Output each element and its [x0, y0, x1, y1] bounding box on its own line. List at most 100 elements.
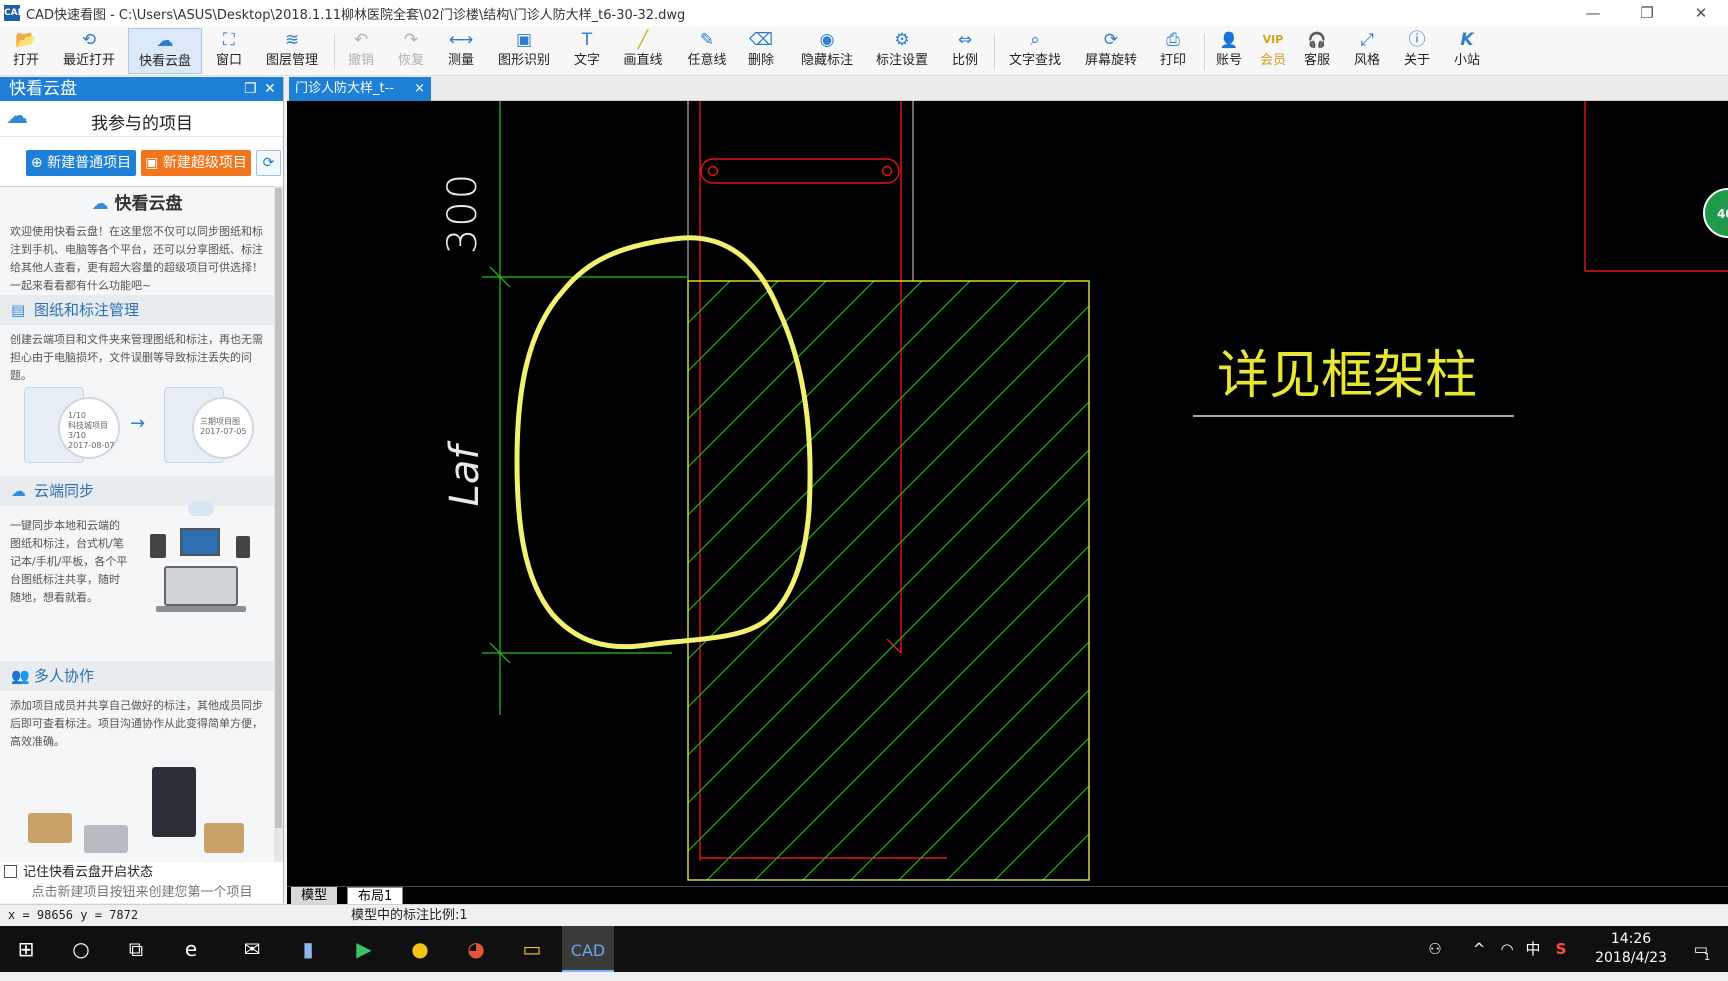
hatch-line	[688, 281, 731, 324]
section-title: 云端同步	[34, 482, 95, 500]
checkbox-box[interactable]	[4, 865, 17, 878]
toolbar-cloud-button[interactable]: ☁ 快看云盘	[128, 28, 202, 74]
tab-model[interactable]: 模型	[291, 887, 338, 905]
toolbar-recent-button[interactable]: ⟲ 最近打开	[58, 28, 120, 74]
toolbar-scale-button[interactable]: ⇔ 比例	[948, 28, 982, 74]
toolbar-style-button[interactable]: ⤢ 风格	[1350, 28, 1384, 74]
new-super-project-button[interactable]: ▣ 新建超级项目	[141, 150, 251, 176]
search-button[interactable]: ○	[55, 926, 107, 972]
toolbar-hide-annotation-button[interactable]: ◉ 隐藏标注	[796, 28, 858, 74]
new-normal-project-button[interactable]: ⊕ 新建普通项目	[26, 150, 136, 176]
toolbar-freehand-button[interactable]: ✎ 任意线	[684, 28, 730, 74]
document-tab-label: 门诊人防大样_t--	[295, 81, 394, 96]
rebar-circle	[881, 165, 893, 177]
panel-close-icon[interactable]: ✕	[264, 77, 276, 101]
toolbar-label: 恢复	[397, 53, 424, 68]
toolbar-support-button[interactable]: 🎧 客服	[1300, 28, 1334, 74]
toolbar-about-button[interactable]: ⓘ 关于	[1400, 28, 1434, 74]
close-button[interactable]: ✕	[1674, 0, 1728, 26]
section-title: 多人协作	[34, 667, 95, 685]
headset-icon: 🎧	[1307, 31, 1327, 49]
taskbar-browser[interactable]: ●	[394, 926, 446, 972]
markup-ellipse	[514, 235, 813, 650]
toolbar-label: 最近打开	[62, 53, 115, 68]
scale-icon: ⇔	[957, 30, 973, 50]
measure-icon: ⟷	[448, 30, 474, 50]
window-zoom-icon: ⛶	[223, 30, 235, 50]
taskbar-video-player[interactable]: ▶	[338, 926, 390, 972]
toolbar-print-button[interactable]: ⎙ 打印	[1156, 28, 1190, 74]
toolbar-separator	[334, 34, 335, 70]
panel-float-icon[interactable]: ❐	[244, 77, 257, 101]
document-tab[interactable]: 门诊人防大样_t-- ×	[289, 77, 431, 101]
toolbar-line-button[interactable]: ╱ 画直线	[620, 28, 666, 74]
toolbar-shape-recognize-button[interactable]: ▣ 图形识别	[494, 28, 554, 74]
text-icon: T	[581, 30, 593, 50]
tray-expand[interactable]: ^	[1466, 926, 1492, 972]
drawing-canvas[interactable]: 300 Laf 详见框架柱 40	[287, 101, 1728, 886]
toolbar-station-button[interactable]: K 小站	[1450, 28, 1484, 74]
action-center-button[interactable]: ▭1	[1682, 926, 1722, 972]
start-button[interactable]: ⊞	[0, 926, 52, 972]
panel-scrollbar[interactable]	[274, 186, 283, 862]
taskbar-app[interactable]: ▮	[282, 926, 334, 972]
history-icon: ⟲	[81, 30, 97, 50]
annotation-settings-icon: ⚙	[894, 30, 910, 50]
toolbar-redo-button[interactable]: ↷ 恢复	[394, 28, 428, 74]
toolbar-annotation-settings-button[interactable]: ⚙ 标注设置	[872, 28, 932, 74]
taskbar-mail[interactable]: ✉	[226, 926, 278, 972]
toolbar-label: 打印	[1159, 53, 1186, 68]
intro-header: ☁ 快看云盘	[0, 187, 274, 221]
printer-icon: ⎙	[1166, 30, 1180, 50]
tray-ime[interactable]: 中	[1520, 926, 1546, 972]
rebar-circle	[707, 165, 719, 177]
notification-count: 1	[1703, 952, 1711, 963]
toolbar-delete-button[interactable]: ⌫ 删除	[744, 28, 778, 74]
task-view-button[interactable]: ⧉	[110, 926, 162, 972]
toolbar-account-button[interactable]: 👤 账号	[1212, 28, 1246, 74]
minimize-button[interactable]: —	[1566, 0, 1620, 26]
toolbar-open-button[interactable]: 📂 打开	[6, 28, 46, 74]
sync-button[interactable]: ⟳	[256, 150, 281, 176]
remember-label: 记住快看云盘开启状态	[23, 865, 154, 880]
intro-title: 快看云盘	[114, 194, 183, 214]
tray-sogou[interactable]: S	[1548, 926, 1574, 972]
taskbar-photos[interactable]: ◕	[450, 926, 502, 972]
taskbar-ie[interactable]: e	[165, 926, 217, 972]
taskbar-cad-viewer[interactable]: CAD	[562, 926, 614, 972]
note-text: 详见框架柱	[1217, 346, 1477, 406]
freehand-icon: ✎	[699, 30, 715, 50]
taskbar-explorer[interactable]: ▭	[506, 926, 558, 972]
maximize-button[interactable]: ❐	[1620, 0, 1674, 26]
toolbar-text-button[interactable]: T 文字	[570, 28, 604, 74]
toolbar-layers-button[interactable]: ≋ 图层管理	[262, 28, 322, 74]
windows-logo-icon: ⊞	[17, 937, 35, 961]
toolbar-label: 打开	[12, 53, 39, 68]
shape-recognize-icon: ▣	[515, 30, 533, 50]
tray-people[interactable]: ⚇	[1420, 926, 1450, 972]
task-view-icon: ⧉	[128, 937, 144, 961]
toolbar-rotate-button[interactable]: ⟳ 屏幕旋转	[1080, 28, 1142, 74]
hatch-line	[688, 353, 1089, 756]
section-text: 添加项目成员并共享自己做好的标注，其他成员同步后即可查看标注。项目沟通协作从此变…	[10, 699, 263, 748]
toolbar-undo-button[interactable]: ↶ 撤销	[344, 28, 378, 74]
hatch-line	[688, 281, 923, 516]
hide-annotation-icon: ◉	[819, 30, 835, 50]
toolbar-separator	[994, 34, 995, 70]
toolbar-vip-button[interactable]: VIP 会员	[1256, 28, 1290, 74]
tray-network[interactable]: ◠	[1494, 926, 1520, 972]
toolbar-measure-button[interactable]: ⟷ 测量	[444, 28, 478, 74]
toolbar-text-search-button[interactable]: ⌕ 文字查找	[1004, 28, 1066, 74]
tab-close-icon[interactable]: ×	[414, 77, 425, 101]
tab-layout1[interactable]: 布局1	[347, 887, 404, 905]
remember-cloud-state-checkbox[interactable]: 记住快看云盘开启状态	[4, 863, 282, 883]
toolbar-window-button[interactable]: ⛶ 窗口	[210, 28, 248, 74]
folder-icon: ▭	[522, 937, 542, 961]
toolbar-label: 关于	[1403, 53, 1430, 68]
create-project-hint: 点击新建项目按钮来创建您第一个项目	[31, 885, 253, 900]
hatch-line	[688, 281, 827, 420]
scrollbar-thumb[interactable]	[275, 188, 282, 828]
sogou-s-icon: S	[1555, 940, 1567, 958]
document-tab-bar: 门诊人防大样_t-- ×	[287, 77, 1728, 101]
system-clock[interactable]: 14:26 2018/4/23	[1576, 930, 1686, 968]
